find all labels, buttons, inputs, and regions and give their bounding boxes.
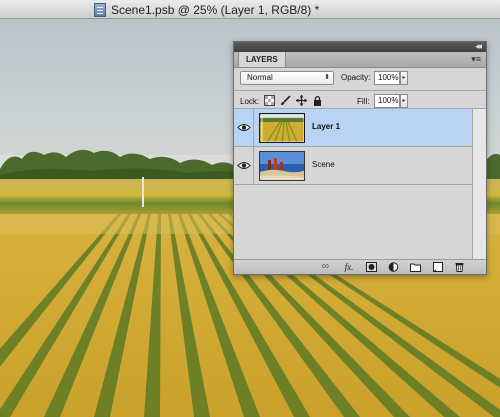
adjustment-icon[interactable] — [388, 262, 399, 272]
layers-panel: ◂◂ LAYERS ▾≡ Normal ⬍ Opacity: 100% ▸ Lo… — [233, 41, 487, 275]
mask-icon[interactable] — [366, 262, 377, 272]
panel-tab-bar: LAYERS ▾≡ — [234, 52, 486, 68]
visibility-toggle[interactable] — [234, 109, 254, 146]
layer-row-scene[interactable]: Scene — [234, 147, 472, 185]
layer-1-thumbnail — [259, 113, 305, 143]
opacity-input[interactable]: 100% — [374, 71, 400, 85]
group-icon[interactable] — [410, 262, 421, 272]
visibility-toggle[interactable] — [234, 147, 254, 184]
document-icon — [94, 2, 106, 17]
layers-scrollbar[interactable] — [472, 109, 486, 259]
fill-input[interactable]: 100% — [374, 94, 400, 108]
panel-drag-bar[interactable]: ◂◂ — [234, 41, 486, 52]
divider — [234, 90, 486, 91]
eye-icon — [237, 162, 251, 169]
panel-menu-icon[interactable]: ▾≡ — [471, 54, 481, 65]
blend-mode-value: Normal — [247, 73, 273, 82]
layers-list: Layer 1 Scene — [234, 109, 472, 259]
layer-name: Layer 1 — [312, 122, 341, 131]
opacity-label: Opacity: — [341, 73, 371, 82]
select-arrows-icon: ⬍ — [324, 74, 330, 81]
link-icon[interactable]: ∞ — [320, 262, 331, 272]
fx-icon[interactable]: fx. — [342, 262, 356, 272]
layer-row-layer-1[interactable]: Layer 1 — [234, 109, 472, 147]
trash-icon[interactable] — [454, 262, 465, 272]
fill-slider-arrow-icon[interactable]: ▸ — [400, 94, 408, 108]
lock-paint-icon[interactable] — [280, 95, 291, 106]
scene-thumbnail — [259, 151, 305, 181]
field-marker — [142, 177, 144, 207]
lock-label: Lock: — [240, 97, 260, 106]
collapse-panel-icon[interactable]: ◂◂ — [475, 41, 482, 52]
blend-mode-select[interactable]: Normal ⬍ — [240, 71, 334, 85]
tab-layers[interactable]: LAYERS — [238, 52, 286, 67]
opacity-slider-arrow-icon[interactable]: ▸ — [400, 71, 408, 85]
fill-label: Fill: — [357, 97, 370, 106]
document-title: Scene1.psb @ 25% (Layer 1, RGB/8) * — [111, 2, 320, 17]
lock-transparent-icon[interactable] — [264, 95, 275, 106]
new-layer-icon[interactable] — [432, 262, 443, 272]
layers-footer-toolbar: ∞ fx. — [234, 259, 486, 274]
layer-name: Scene — [312, 160, 335, 169]
document-title-bar: Scene1.psb @ 25% (Layer 1, RGB/8) * — [0, 0, 500, 19]
lock-all-icon[interactable] — [312, 95, 323, 106]
eye-icon — [237, 124, 251, 131]
lock-move-icon[interactable] — [296, 95, 307, 106]
